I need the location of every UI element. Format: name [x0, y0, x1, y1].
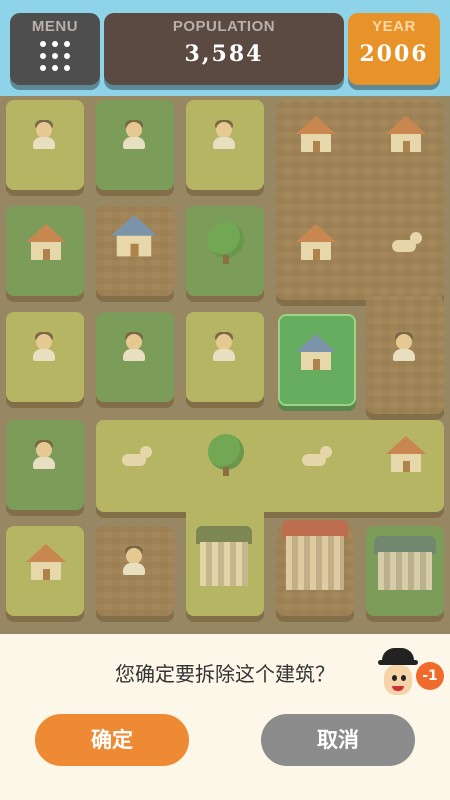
person-icon — [120, 120, 148, 150]
mascot-icon — [378, 648, 418, 700]
house-icon — [386, 436, 426, 476]
menu-button[interactable]: MENU — [10, 13, 100, 85]
penalty-badge: -1 — [416, 662, 444, 690]
person-icon — [30, 120, 58, 150]
demolish-confirm-dialog: 您确定要拆除这个建筑？ -1 确定 取消 — [0, 634, 450, 800]
mansion-icon — [374, 536, 436, 590]
townhouse-icon — [196, 526, 252, 586]
grid-dots-icon — [40, 41, 70, 71]
population-panel: POPULATION 3,584 — [104, 13, 344, 85]
house-icon — [296, 224, 336, 264]
menu-label: MENU — [31, 18, 79, 35]
year-label: YEAR — [372, 18, 416, 35]
tree-icon — [208, 222, 244, 264]
house-icon — [296, 116, 336, 156]
person-icon — [390, 332, 418, 362]
population-label: POPULATION — [172, 18, 276, 35]
mansion-icon — [282, 520, 348, 590]
year-panel: YEAR 2006 — [348, 13, 440, 85]
person-icon — [210, 332, 238, 362]
person-icon — [120, 332, 148, 362]
house-icon — [111, 215, 157, 261]
dog-icon — [302, 446, 332, 468]
game-board[interactable] — [0, 96, 450, 636]
dog-icon — [392, 232, 422, 254]
cancel-button[interactable]: 取消 — [261, 714, 415, 766]
house-icon — [26, 544, 66, 584]
year-value: 2006 — [359, 41, 429, 67]
house-icon — [386, 116, 426, 156]
population-value: 3,584 — [184, 41, 264, 67]
person-icon — [210, 120, 238, 150]
dog-icon — [122, 446, 152, 468]
person-icon — [120, 546, 148, 576]
person-icon — [30, 332, 58, 362]
person-icon — [30, 440, 58, 470]
confirm-button[interactable]: 确定 — [35, 714, 189, 766]
top-bar: MENU POPULATION 3,584 YEAR 2006 — [0, 0, 450, 96]
selected-tile[interactable] — [278, 314, 356, 406]
house-icon — [296, 334, 336, 374]
house-icon — [26, 224, 66, 264]
tree-icon — [208, 434, 244, 476]
